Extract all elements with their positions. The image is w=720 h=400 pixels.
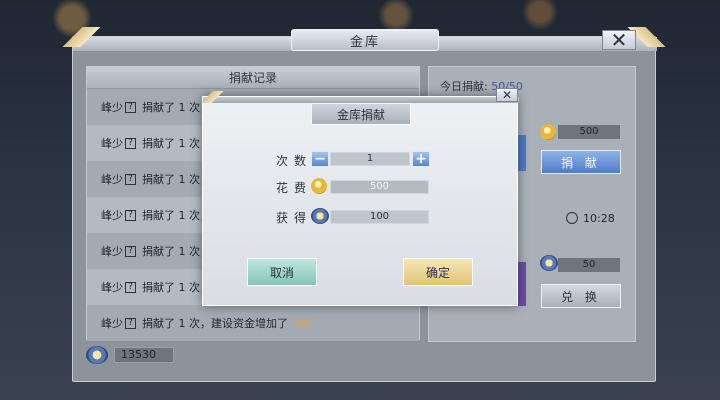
question-icon: ? bbox=[125, 137, 136, 149]
purple-card-edge bbox=[518, 262, 526, 306]
dialog-title: 金库捐献 bbox=[311, 103, 411, 125]
blue-card-edge bbox=[518, 135, 526, 171]
gain-value: 100 bbox=[330, 210, 429, 224]
dialog-wing-ornament-icon bbox=[191, 91, 241, 103]
gold-coin-icon bbox=[311, 178, 327, 194]
count-input[interactable]: 1 bbox=[330, 152, 410, 166]
question-icon: ? bbox=[125, 245, 136, 257]
funds-value: 13530 bbox=[114, 347, 174, 363]
dialog-close-button[interactable]: ✕ bbox=[496, 88, 518, 102]
gain-label: 获得 bbox=[276, 211, 313, 225]
exchange-button[interactable]: 兑 换 bbox=[541, 284, 621, 308]
left-wing-ornament-icon bbox=[55, 27, 125, 47]
cancel-button[interactable]: 取消 bbox=[247, 258, 317, 286]
window-close-button[interactable]: ✕ bbox=[602, 30, 636, 50]
question-icon: ? bbox=[125, 173, 136, 185]
reset-time: 10:28 bbox=[583, 212, 615, 225]
window-title: 金库 bbox=[291, 29, 439, 51]
count-label: 次数 bbox=[276, 154, 313, 168]
fund-bag-icon bbox=[86, 346, 108, 364]
log-row: 峰少? 捐献了 1 次，建设资金增加了 500 bbox=[87, 305, 419, 341]
cost-label: 花费 bbox=[276, 181, 313, 195]
question-icon: ? bbox=[125, 281, 136, 293]
donate-cost-value: 500 bbox=[558, 125, 620, 139]
clock-icon bbox=[566, 212, 578, 224]
fund-bag-icon bbox=[540, 255, 558, 271]
question-icon: ? bbox=[125, 101, 136, 113]
gold-coin-icon bbox=[540, 124, 556, 140]
donation-amount: 500 bbox=[292, 316, 313, 330]
confirm-button[interactable]: 确定 bbox=[403, 258, 473, 286]
increase-button[interactable]: + bbox=[412, 151, 430, 167]
question-icon: ? bbox=[125, 317, 136, 329]
log-header: 捐献记录 bbox=[87, 67, 419, 89]
question-icon: ? bbox=[125, 209, 136, 221]
donate-button[interactable]: 捐 献 bbox=[541, 150, 621, 174]
fund-bag-icon bbox=[311, 208, 329, 224]
construction-funds: 13530 bbox=[86, 346, 174, 364]
cost-value: 500 bbox=[330, 180, 429, 194]
exchange-cost-value: 50 bbox=[558, 258, 620, 272]
decrease-button[interactable]: − bbox=[311, 151, 329, 167]
